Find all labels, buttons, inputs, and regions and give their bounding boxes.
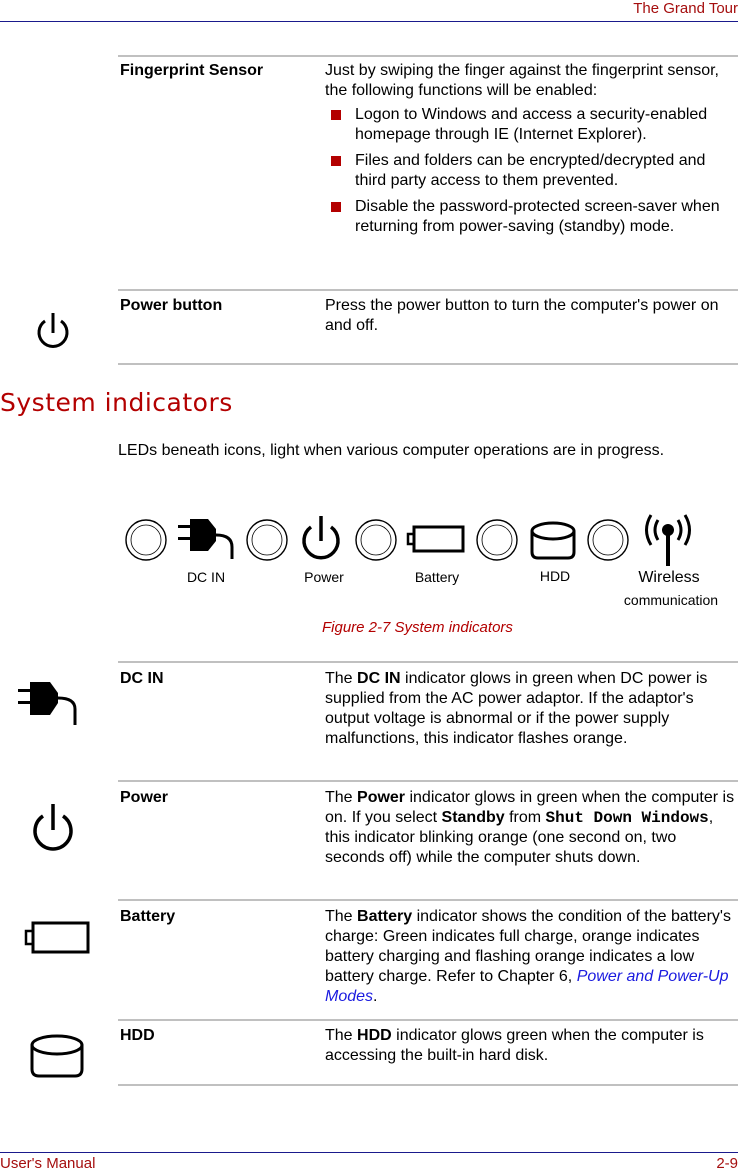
term-power-button: Power button <box>120 297 223 314</box>
list-item: Logon to Windows and access a security-e… <box>325 105 735 145</box>
desc-power-button: Press the power button to turn the compu… <box>325 297 719 334</box>
term-power: Power <box>120 789 169 806</box>
led-ring-icon <box>587 519 629 561</box>
figure-label-communication: communication <box>623 592 719 608</box>
bullet-square-icon <box>331 156 341 166</box>
table-rule <box>118 363 738 365</box>
fingerprint-bullet-list: Logon to Windows and access a security-e… <box>325 105 735 237</box>
desc-fingerprint-sensor: Just by swiping the finger against the f… <box>325 61 735 243</box>
desc-hdd: The HDD indicator glows green when the c… <box>325 1027 704 1064</box>
figure-label-dc-in: DC IN <box>186 569 226 585</box>
term-battery: Battery <box>120 908 176 925</box>
page-number: 2-9 <box>716 1155 738 1172</box>
list-item: Disable the password-protected screen-sa… <box>325 197 735 237</box>
figure-label-battery: Battery <box>414 569 460 585</box>
power-icon <box>33 804 73 851</box>
fingerprint-intro: Just by swiping the finger against the f… <box>325 62 719 99</box>
figure-label-power: Power <box>304 569 344 585</box>
table-rule <box>118 780 738 782</box>
power-icon <box>37 313 69 348</box>
led-ring-icon <box>355 519 397 561</box>
table-rule <box>118 55 738 57</box>
table-rule <box>118 899 738 901</box>
led-ring-icon <box>476 519 518 561</box>
power-icon <box>302 516 340 560</box>
term-fingerprint-sensor: Fingerprint Sensor <box>120 62 264 79</box>
table-rule <box>118 289 738 291</box>
dc-in-plug-icon <box>18 682 77 725</box>
battery-icon <box>406 525 465 553</box>
wireless-antenna-icon <box>645 514 691 566</box>
term-dc-in: DC IN <box>120 670 164 687</box>
desc-dc-in: The DC IN indicator glows in green when … <box>325 670 708 747</box>
led-ring-icon <box>125 519 167 561</box>
header-rule <box>0 21 738 22</box>
hdd-icon <box>30 1034 84 1078</box>
section-title: System indicators <box>0 388 233 417</box>
table-rule <box>118 1019 738 1021</box>
figure-caption: Figure 2-7 System indicators <box>322 619 513 636</box>
dc-in-plug-icon <box>178 519 234 559</box>
desc-battery: The Battery indicator shows the conditio… <box>325 908 731 1005</box>
table-rule <box>118 661 738 663</box>
led-ring-icon <box>246 519 288 561</box>
section-intro: LEDs beneath icons, light when various c… <box>118 442 665 459</box>
table-rule <box>118 1084 738 1086</box>
footer-rule <box>0 1152 738 1153</box>
figure-label-hdd: HDD <box>539 568 571 584</box>
desc-power: The Power indicator glows in green when … <box>325 789 735 866</box>
figure-label-wireless: Wireless <box>638 569 700 586</box>
hdd-icon <box>530 521 576 560</box>
running-header-title: The Grand Tour <box>633 0 738 17</box>
bullet-square-icon <box>331 202 341 212</box>
bullet-square-icon <box>331 110 341 120</box>
term-hdd: HDD <box>120 1027 155 1044</box>
footer-manual-title: User's Manual <box>0 1155 96 1172</box>
battery-icon <box>24 921 90 954</box>
list-item: Files and folders can be encrypted/decry… <box>325 151 735 191</box>
